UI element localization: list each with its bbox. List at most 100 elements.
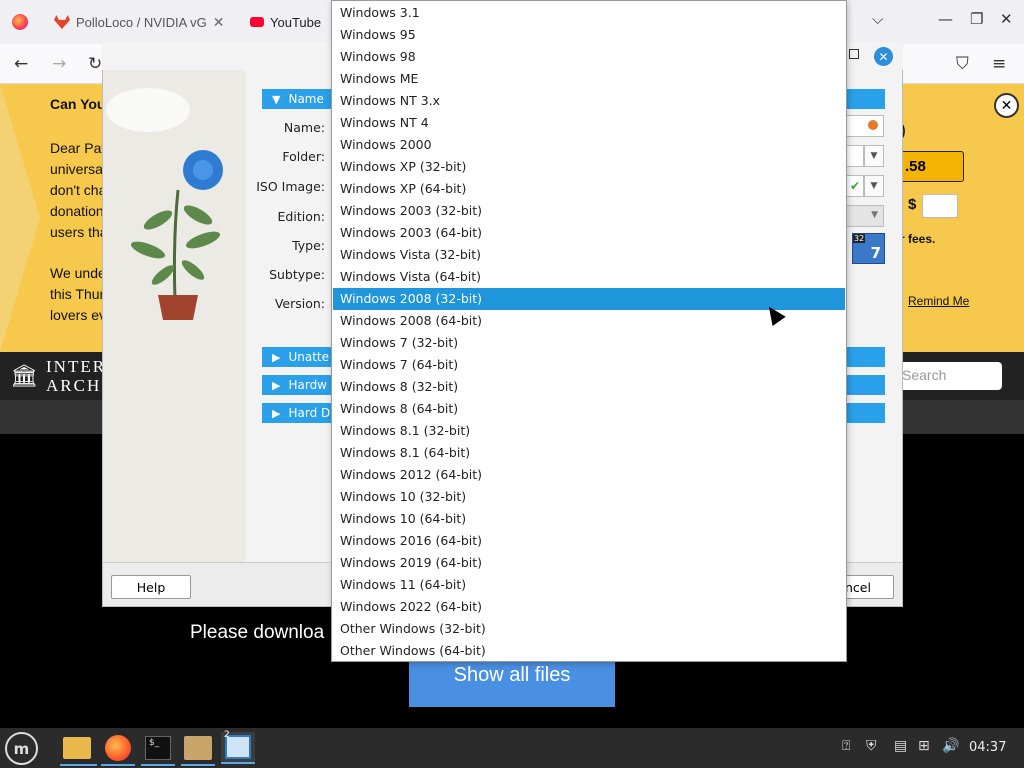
warning-icon <box>868 120 878 130</box>
name-label: Name: <box>283 120 325 135</box>
gitlab-icon <box>54 15 70 29</box>
version-option[interactable]: Windows 3.1 <box>333 2 845 24</box>
subtype-label: Subtype: <box>269 267 325 282</box>
selected-amount-button[interactable]: .58 <box>900 151 964 182</box>
version-option[interactable]: Windows 7 (64-bit) <box>333 354 845 376</box>
close-banner-icon[interactable]: ✕ <box>994 93 1019 118</box>
hamburger-menu-icon[interactable]: ≡ <box>992 54 1006 74</box>
version-option[interactable]: Windows 7 (32-bit) <box>333 332 845 354</box>
archive-name[interactable]: INTER ARCHI <box>46 357 109 395</box>
chevron-down-icon: ▼ <box>272 92 281 106</box>
fees-text: r fees. <box>900 232 936 246</box>
forward-arrow-icon[interactable]: → <box>52 54 66 74</box>
volume-icon[interactable]: 🔊 <box>942 738 959 754</box>
mint-menu-icon[interactable]: m <box>5 732 38 765</box>
tab-youtube[interactable]: YouTube <box>250 6 321 38</box>
close-icon[interactable]: ✕ <box>213 14 225 31</box>
workspace-badge: 2 <box>224 730 230 740</box>
folder-dropdown-icon[interactable]: ▼ <box>864 145 884 167</box>
version-option[interactable]: Windows 8 (32-bit) <box>333 376 845 398</box>
maximize-icon[interactable] <box>849 49 859 59</box>
version-option[interactable]: Windows 2019 (64-bit) <box>333 552 845 574</box>
version-option[interactable]: Other Windows (64-bit) <box>333 640 845 662</box>
shield-icon[interactable]: ⛨ <box>866 738 877 754</box>
name-field[interactable] <box>846 115 884 137</box>
version-label: Version: <box>274 296 325 311</box>
version-option[interactable]: Windows Vista (32-bit) <box>333 244 845 266</box>
pocket-icon[interactable]: ⛉ <box>956 54 969 74</box>
chevron-right-icon: ▶ <box>272 406 281 420</box>
running-indicator <box>141 764 175 766</box>
folder-field[interactable] <box>846 145 864 167</box>
dialog-close-icon[interactable]: ✕ <box>874 47 893 66</box>
files-folder-icon[interactable] <box>60 732 94 764</box>
clock[interactable]: 04:37 <box>969 740 1006 755</box>
version-option[interactable]: Other Windows (32-bit) <box>333 618 845 640</box>
firefox-icon[interactable] <box>12 14 28 30</box>
os-bitness-badge: 32 <box>853 234 866 243</box>
banner-line: lovers ev <box>50 307 107 323</box>
tab-label: PolloLoco / NVIDIA vG <box>76 14 207 30</box>
terminal-icon[interactable]: $_ <box>141 732 175 764</box>
version-option[interactable]: Windows 8.1 (64-bit) <box>333 442 845 464</box>
carousel-left-arrow-icon[interactable] <box>0 84 40 352</box>
update-manager-icon[interactable]: ⍰ <box>842 738 850 754</box>
version-option[interactable]: Windows 2012 (64-bit) <box>333 464 845 486</box>
notes-icon[interactable]: ▤ <box>894 738 907 754</box>
version-option[interactable]: Windows 10 (64-bit) <box>333 508 845 530</box>
browser-icon <box>105 735 131 761</box>
custom-amount-input[interactable] <box>922 194 958 218</box>
version-option[interactable]: Windows 2000 <box>333 134 845 156</box>
reload-icon[interactable]: ↻ <box>88 54 102 74</box>
version-option[interactable]: Windows XP (64-bit) <box>333 178 845 200</box>
version-option[interactable]: Windows 8.1 (32-bit) <box>333 420 845 442</box>
window-close-icon[interactable]: ✕ <box>1000 10 1013 28</box>
section-label: Name <box>288 92 324 106</box>
download-notice: Please downloa <box>190 622 325 643</box>
version-option[interactable]: Windows 2016 (64-bit) <box>333 530 845 552</box>
tab-list-chevron-icon[interactable]: ⌵ <box>872 10 883 28</box>
firefox-taskbar-icon[interactable] <box>101 732 135 764</box>
help-button[interactable]: Help <box>111 575 191 599</box>
archive-logo-icon[interactable]: 🏛 <box>10 364 38 390</box>
banner-line: this Thur <box>50 286 105 302</box>
network-icon[interactable]: ⊞ <box>918 738 930 754</box>
tab-gitlab[interactable]: PolloLoco / NVIDIA vG ✕ <box>54 6 225 38</box>
banner-line: users tha <box>50 224 108 240</box>
iso-image-label: ISO Image: <box>256 179 325 194</box>
version-option[interactable]: Windows 2003 (32-bit) <box>333 200 845 222</box>
version-option[interactable]: Windows XP (32-bit) <box>333 156 845 178</box>
banner-line: Dear Pat <box>50 140 106 156</box>
version-option[interactable]: Windows Vista (64-bit) <box>333 266 845 288</box>
iso-dropdown-icon[interactable]: ▼ <box>864 175 884 197</box>
version-option[interactable]: Windows 95 <box>333 24 845 46</box>
banner-body-2: We unde this Thur lovers ev <box>50 263 106 326</box>
version-dropdown-list[interactable]: Windows 3.1 Windows 95 Windows 98 Windows M… <box>331 0 847 662</box>
restore-icon[interactable]: ❐ <box>970 10 983 28</box>
version-option[interactable]: Windows 10 (32-bit) <box>333 486 845 508</box>
chevron-right-icon: ▶ <box>272 378 281 392</box>
back-arrow-icon[interactable]: ← <box>14 54 28 74</box>
terminal-glyph-icon: $_ <box>145 736 171 760</box>
version-option[interactable]: Windows 98 <box>333 46 845 68</box>
minimize-icon[interactable]: — <box>938 10 953 28</box>
version-option[interactable]: Windows 8 (64-bit) <box>333 398 845 420</box>
version-option[interactable]: Windows 2003 (64-bit) <box>333 222 845 244</box>
version-option[interactable]: Windows 11 (64-bit) <box>333 574 845 596</box>
box-icon <box>184 736 212 760</box>
version-option[interactable]: Windows NT 4 <box>333 112 845 134</box>
running-indicator <box>60 764 97 766</box>
section-label: Hardw <box>288 378 327 392</box>
banner-line: donation <box>50 203 104 219</box>
running-indicator <box>101 764 135 766</box>
search-input[interactable]: Search <box>894 362 1002 390</box>
type-label: Type: <box>292 238 325 253</box>
version-option[interactable]: Windows ME <box>333 68 845 90</box>
archive-manager-icon[interactable] <box>181 732 215 764</box>
archive-name-line: ARCHI <box>46 376 109 395</box>
version-option[interactable]: Windows NT 3.x <box>333 90 845 112</box>
version-option[interactable]: Windows 2022 (64-bit) <box>333 596 845 618</box>
chevron-right-icon: ▶ <box>272 350 281 364</box>
remind-me-link[interactable]: Remind Me <box>908 294 969 308</box>
tab-label: YouTube <box>270 14 322 30</box>
